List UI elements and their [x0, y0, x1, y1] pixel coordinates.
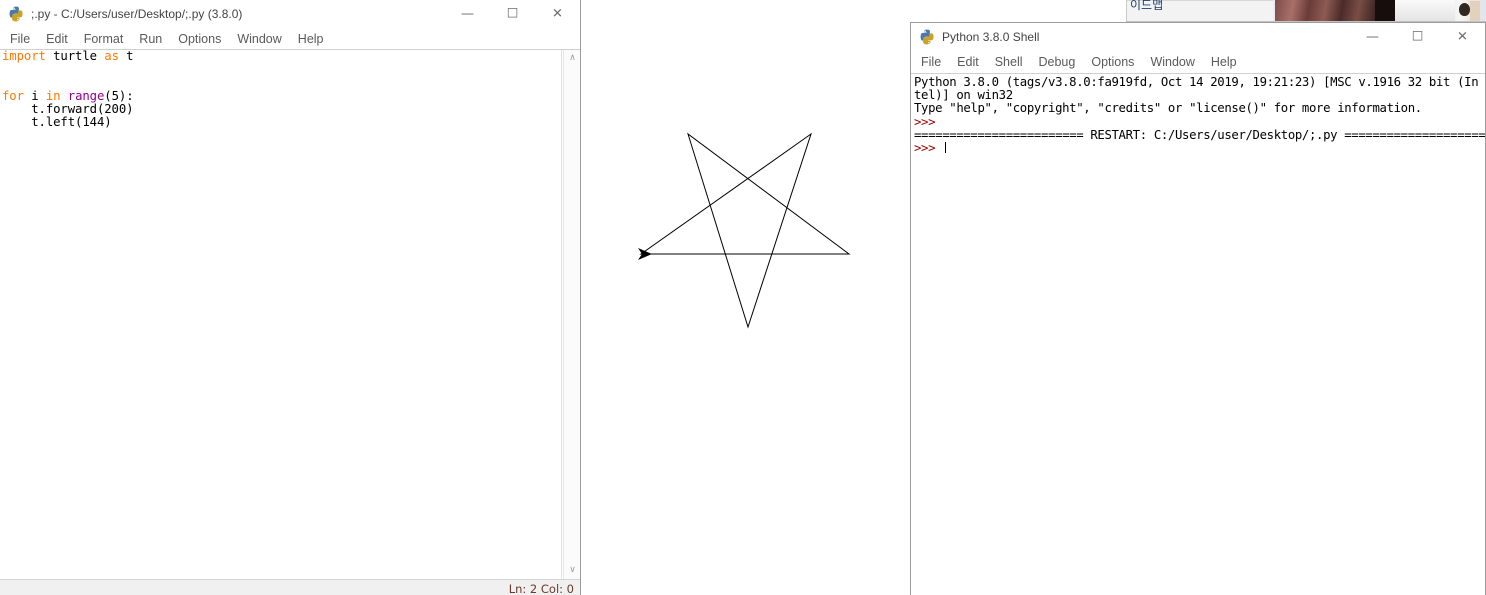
shell-menubar[interactable]: File Edit Shell Debug Options Window Hel…: [911, 51, 1485, 72]
close-icon: ✕: [1457, 29, 1468, 45]
code-token: t.left(144): [2, 115, 112, 130]
shell-prompt: >>>: [914, 141, 943, 156]
shell-maximize-button[interactable]: ☐: [1395, 23, 1440, 51]
shell-menu-file[interactable]: File: [913, 53, 949, 71]
editor-body: import turtle as t for i in range(5): t.…: [0, 49, 580, 579]
code-text-area[interactable]: import turtle as t for i in range(5): t.…: [0, 50, 562, 579]
shell-title-text: Python 3.8.0 Shell: [942, 30, 1040, 44]
source-code[interactable]: import turtle as t for i in range(5): t.…: [0, 50, 561, 130]
cursor-position-status: Ln: 2 Col: 0: [508, 582, 574, 595]
python-idle-icon: [8, 6, 24, 22]
shell-restart-banner: ======================== RESTART: C:/Use…: [914, 127, 1485, 142]
minimize-icon: —: [461, 6, 474, 22]
menu-format[interactable]: Format: [76, 30, 132, 48]
code-token: (5):: [104, 88, 134, 103]
maximize-icon: ☐: [506, 6, 519, 22]
editor-menubar[interactable]: File Edit Format Run Options Window Help: [0, 28, 580, 49]
scroll-down-icon[interactable]: ∨: [564, 562, 580, 579]
shell-menu-window[interactable]: Window: [1142, 53, 1202, 71]
minimize-icon: —: [1366, 29, 1379, 45]
shell-minimize-button[interactable]: —: [1350, 23, 1395, 51]
text-caret: [945, 142, 947, 154]
close-icon: ✕: [552, 6, 563, 22]
desktop-screen: 이드맵 ;.py - C:/Users/user/Desktop/;.py (3…: [0, 0, 1486, 595]
code-token: range: [67, 88, 105, 103]
shell-transcript[interactable]: Python 3.8.0 (tags/v3.8.0:fa919fd, Oct 1…: [911, 74, 1485, 155]
editor-window-controls: — ☐ ✕: [445, 0, 580, 28]
background-window-mindmap[interactable]: 이드맵: [1126, 0, 1274, 22]
code-token: as: [104, 50, 119, 63]
shell-output-area[interactable]: Python 3.8.0 (tags/v3.8.0:fa919fd, Oct 1…: [911, 73, 1485, 595]
menu-options[interactable]: Options: [170, 30, 229, 48]
background-photo-thumbnail[interactable]: [1275, 0, 1375, 22]
shell-close-button[interactable]: ✕: [1440, 23, 1485, 51]
menu-window[interactable]: Window: [229, 30, 289, 48]
background-window-title: 이드맵: [1130, 0, 1164, 12]
shell-menu-shell[interactable]: Shell: [987, 53, 1031, 71]
turtle-graphics-window[interactable]: [581, 0, 911, 595]
background-avatar-thumbnail[interactable]: [1455, 0, 1486, 22]
editor-minimize-button[interactable]: —: [445, 0, 490, 28]
background-dark-thumbnail[interactable]: [1375, 0, 1395, 22]
shell-window-controls: — ☐ ✕: [1350, 23, 1485, 51]
turtle-cursor-icon: [638, 248, 652, 260]
shell-output-line: Type "help", "copyright", "credits" or "…: [914, 101, 1422, 116]
editor-statusbar: Ln: 2 Col: 0: [0, 579, 580, 595]
menu-edit[interactable]: Edit: [38, 30, 76, 48]
shell-titlebar[interactable]: Python 3.8.0 Shell — ☐ ✕: [911, 23, 1485, 51]
scroll-up-icon[interactable]: ∧: [564, 50, 580, 67]
code-token: for: [2, 88, 24, 103]
shell-menu-help[interactable]: Help: [1203, 53, 1245, 71]
maximize-icon: ☐: [1411, 29, 1424, 45]
menu-help[interactable]: Help: [290, 30, 332, 48]
editor-titlebar[interactable]: ;.py - C:/Users/user/Desktop/;.py (3.8.0…: [0, 0, 580, 28]
python-idle-icon: [919, 29, 935, 45]
shell-output-line: tel)] on win32: [914, 88, 1013, 103]
editor-title-text: ;.py - C:/Users/user/Desktop/;.py (3.8.0…: [31, 7, 243, 21]
code-token: i: [23, 88, 46, 103]
editor-close-button[interactable]: ✕: [535, 0, 580, 28]
editor-maximize-button[interactable]: ☐: [490, 0, 535, 28]
editor-vertical-scrollbar[interactable]: ∧ ∨: [563, 50, 580, 579]
code-token: turtle: [45, 50, 105, 63]
code-token: import: [2, 50, 46, 63]
shell-output-line: Python 3.8.0 (tags/v3.8.0:fa919fd, Oct 1…: [914, 75, 1479, 89]
code-token: in: [45, 88, 61, 103]
python-shell-window[interactable]: Python 3.8.0 Shell — ☐ ✕ File Edit Shell…: [910, 22, 1486, 595]
shell-menu-options[interactable]: Options: [1083, 53, 1142, 71]
idle-editor-window[interactable]: ;.py - C:/Users/user/Desktop/;.py (3.8.0…: [0, 0, 581, 595]
menu-file[interactable]: File: [2, 30, 38, 48]
code-token: t: [118, 50, 134, 63]
pentagram-path: [639, 132, 851, 329]
background-windows-strip: 이드맵: [1126, 0, 1486, 22]
turtle-star-drawing: [638, 132, 851, 329]
code-token: t.forward(200): [2, 102, 134, 117]
shell-menu-edit[interactable]: Edit: [949, 53, 987, 71]
shell-menu-debug[interactable]: Debug: [1031, 53, 1084, 71]
menu-run[interactable]: Run: [131, 30, 170, 48]
shell-prompt: >>>: [914, 114, 943, 129]
background-empty-panel: [1395, 0, 1455, 22]
